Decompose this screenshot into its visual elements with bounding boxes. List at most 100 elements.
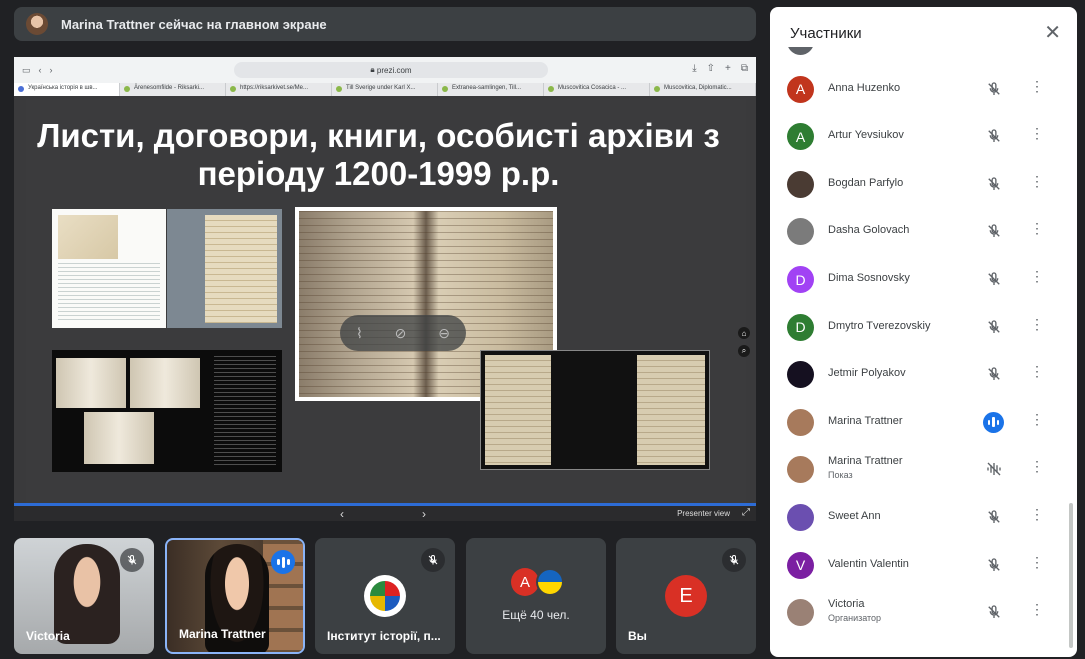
next-slide-icon[interactable]: › <box>422 507 426 521</box>
mic-off-icon[interactable] <box>985 270 1003 288</box>
mic-off-icon[interactable] <box>985 80 1003 98</box>
participant-row[interactable]: Sweet Ann ⋮ <box>770 494 1070 541</box>
more-options-icon[interactable]: ⋮ <box>1030 506 1044 523</box>
mic-off-icon[interactable] <box>985 508 1003 526</box>
browser-tab[interactable]: Extranea-samlingen, Till... <box>438 83 544 96</box>
prev-slide-icon[interactable]: ‹ <box>340 507 344 521</box>
scrollbar[interactable] <box>1069 503 1073 648</box>
more-options-icon[interactable]: ⋮ <box>1030 173 1044 190</box>
more-options-icon[interactable]: ⋮ <box>1030 316 1044 333</box>
more-options-icon[interactable]: ⋮ <box>1030 268 1044 285</box>
download-icon[interactable]: ⤓ <box>692 63 696 74</box>
avatar: D <box>787 313 814 341</box>
institute-logo <box>364 575 406 617</box>
more-options-icon[interactable]: ⋮ <box>1030 458 1044 475</box>
close-icon[interactable]: ✕ <box>1044 23 1061 43</box>
participant-list: Andrew Trachenko⋮ A Anna Huzenko ⋮ A Artur Ye… <box>770 47 1077 657</box>
browser-tab[interactable]: Muscovitica Cosacica - ... <box>544 83 650 96</box>
participant-role: Организатор <box>828 613 882 624</box>
prezi-side-controls: ⌂ ⌕ <box>738 327 750 357</box>
stop-icon[interactable]: ⊖ <box>438 325 450 342</box>
home-icon[interactable]: ⌂ <box>738 327 750 339</box>
avatar <box>787 361 814 389</box>
audio-off-icon[interactable] <box>985 460 1003 478</box>
back-icon[interactable]: ‹ <box>39 65 42 75</box>
mic-off-icon <box>421 548 445 572</box>
participant-name: Marina Trattner <box>828 414 903 427</box>
mic-off-icon[interactable] <box>985 556 1003 574</box>
more-options-icon[interactable]: ⋮ <box>1030 220 1044 237</box>
new-tab-icon[interactable]: + <box>725 63 731 74</box>
more-participants-tile[interactable]: A Ещё 40 чел. <box>466 538 606 654</box>
browser-tab[interactable]: Українська історія в шв... <box>14 83 120 96</box>
tabs-overview-icon[interactable]: ⧉ <box>741 63 748 74</box>
more-options-icon[interactable]: ⋮ <box>1030 78 1044 95</box>
books-collage-image <box>52 350 282 472</box>
avatar <box>787 599 814 627</box>
mic-off-icon[interactable] <box>985 222 1003 240</box>
more-options-icon[interactable]: ⋮ <box>1030 363 1044 380</box>
avatar <box>787 47 814 55</box>
participant-row[interactable]: A Artur Yevsiukov ⋮ <box>770 113 1070 160</box>
lock-icon: 🔒︎ <box>370 65 375 74</box>
shared-screen: ▭ ‹ › 🔒︎ prezi.com ⤓ ⇧ + ⧉ Українська іс… <box>14 57 756 521</box>
tile-name: Marina Trattner <box>179 627 266 641</box>
participant-row[interactable]: Marina Trattner Показ ⋮ <box>770 446 1070 493</box>
sidebar-icon[interactable]: ▭ <box>22 65 31 76</box>
browser-tab-strip: Українська історія в шв... Ärenesomfilde… <box>14 83 756 96</box>
video-tile-you[interactable]: E Вы <box>616 538 756 654</box>
zoom-icon[interactable]: ⌕ <box>738 345 750 357</box>
participant-row[interactable]: Bogdan Parfylo ⋮ <box>770 161 1070 208</box>
participant-name: Sweet Ann <box>828 510 881 522</box>
participant-name: Dima Sosnovsky <box>828 272 910 284</box>
participant-row[interactable]: Victoria Организатор ⋮ <box>770 589 1070 636</box>
video-tile-institute[interactable]: Інститут історії, п... <box>315 538 455 654</box>
more-options-icon[interactable]: ⋮ <box>1030 411 1044 428</box>
fullscreen-icon[interactable]: ⤢ <box>742 507 750 518</box>
browser-tab[interactable]: Muscovitica, Diplomatic... <box>650 83 756 96</box>
participant-row[interactable]: D Dmytro Tverezovskiy ⋮ <box>770 304 1070 351</box>
address-bar[interactable]: 🔒︎ prezi.com <box>234 62 548 78</box>
avatar <box>787 408 814 436</box>
participants-panel: Участники ✕ Andrew Trachenko⋮ A Anna Huzen… <box>770 7 1077 657</box>
participant-name: Dasha Golovach <box>828 224 910 237</box>
participant-row[interactable]: Andrew Trachenko⋮ <box>770 47 1070 65</box>
manuscript-pages-image <box>480 350 710 470</box>
panel-title: Участники <box>790 25 862 42</box>
mic-off-icon[interactable] <box>985 318 1003 336</box>
participant-role: Показ <box>828 470 853 481</box>
participant-row[interactable]: Marina Trattner ⋮ <box>770 399 1070 446</box>
browser-tab[interactable]: Till Sverige under Karl X... <box>332 83 438 96</box>
participant-row[interactable]: Dasha Golovach ⋮ <box>770 208 1070 255</box>
presenter-view-button[interactable]: Presenter view <box>677 509 730 518</box>
avatar: A <box>787 123 814 151</box>
share-icon[interactable]: ⇧ <box>707 63 715 74</box>
mic-off-icon[interactable] <box>985 365 1003 383</box>
video-tile-marina[interactable]: Marina Trattner <box>165 538 305 654</box>
mic-off-icon[interactable] <box>985 47 1003 50</box>
mic-off-icon[interactable] <box>985 127 1003 145</box>
browser-tab[interactable]: Ärenesomfilde - Riksarki... <box>120 83 226 96</box>
participant-row[interactable]: A Anna Huzenko ⋮ <box>770 66 1070 113</box>
presentation-controls: ⌇ ⊘ ⊖ <box>340 315 466 351</box>
participant-row[interactable]: Jetmir Polyakov ⋮ <box>770 351 1070 398</box>
video-tile-victoria[interactable]: Victoria <box>14 538 154 654</box>
participant-name: Bogdan Parfylo <box>828 176 904 189</box>
ukraine-flag-avatar <box>536 568 564 596</box>
more-participants-label: Ещё 40 чел. <box>502 608 570 622</box>
participant-row[interactable]: D Dima Sosnovsky ⋮ <box>770 256 1070 303</box>
participant-name: Jetmir Polyakov <box>828 367 906 380</box>
participant-row[interactable]: V Valentin Valentin ⋮ <box>770 542 1070 589</box>
mic-off-icon[interactable] <box>985 175 1003 193</box>
avatar: V <box>787 551 814 579</box>
camera-off-icon[interactable]: ⊘ <box>395 325 407 342</box>
participant-name: Anna Huzenko <box>828 81 901 94</box>
more-options-icon[interactable]: ⋮ <box>1030 554 1044 571</box>
mic-off-icon[interactable]: ⌇ <box>356 325 363 342</box>
more-options-icon[interactable]: ⋮ <box>1030 601 1044 618</box>
presenting-banner: Marina Trattner сейчас на главном экране <box>14 7 756 41</box>
forward-icon[interactable]: › <box>50 65 53 75</box>
browser-tab[interactable]: https://riksarkivet.se/Me... <box>226 83 332 96</box>
mic-off-icon[interactable] <box>985 603 1003 621</box>
more-options-icon[interactable]: ⋮ <box>1030 125 1044 142</box>
